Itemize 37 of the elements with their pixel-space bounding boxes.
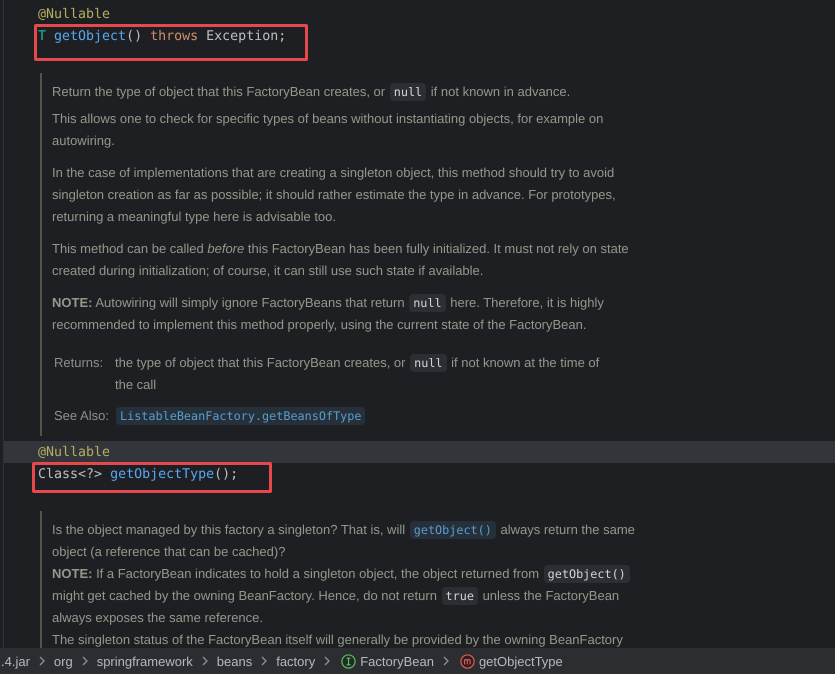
code-link[interactable]: ListableBeanFactory.getBeansOfType bbox=[116, 407, 366, 425]
doc-paragraph: This method can be called before this FactoryBean has been fully initialized. It must not rely on state created during initialization; of course, it can still use such state if available. bbox=[52, 240, 630, 280]
method-icon bbox=[460, 654, 475, 668]
inline-code: getObject() bbox=[544, 565, 630, 583]
chevron-right-icon bbox=[442, 656, 449, 666]
inline-code: null bbox=[409, 294, 446, 312]
breadcrumb-item[interactable]: getObjectType bbox=[460, 654, 563, 668]
breadcrumb-item[interactable]: springframework bbox=[96, 654, 193, 668]
doc-paragraph: In the case of implementations that are creating a singleton object, this method should try to avoid singleton creation as far as possible; it should rather estimate the type in advance. For prototypes, returning a meaningful type here is advisable too. bbox=[52, 164, 617, 226]
breadcrumb-item[interactable]: FactoryBean bbox=[341, 654, 434, 668]
doc-paragraph: NOTE: Autowiring will simply ignore FactoryBeans that return null here. Therefore, it is highly recommended to implement this method properly, using the current state of the FactoryBean. bbox=[52, 293, 605, 334]
chevron-right-icon bbox=[82, 656, 88, 666]
annotation: @Nullable bbox=[38, 444, 110, 462]
interface-icon bbox=[341, 654, 356, 668]
breadcrumb-item[interactable]: beans bbox=[216, 654, 252, 668]
method-signature: T getObject() throws Exception; bbox=[38, 29, 286, 44]
chevron-right-icon bbox=[324, 656, 330, 666]
inline-code: null bbox=[390, 83, 426, 101]
doc-paragraph: Is the object managed by this factory a singleton? That is, will getObject() always return the same object (a reference that can be cached)? bbox=[52, 520, 636, 561]
doc-paragraph: NOTE: If a FactoryBean indicates to hold a singleton object, the object returned from getObject() might get cached by the owning BeanFactory. Hence, do not return true unless the FactoryBean always exposes the same reference. bbox=[52, 563, 835, 629]
chevron-right-icon bbox=[261, 656, 268, 666]
tag-label: See Also: bbox=[54, 407, 110, 425]
tag-label: Returns: bbox=[54, 354, 104, 372]
code-link[interactable]: getObject() bbox=[410, 521, 496, 539]
annotation: @Nullable bbox=[38, 6, 110, 24]
doc-paragraph: The singleton status of the FactoryBean itself will generally be provided by the owning BeanFactory bbox=[52, 631, 624, 648]
method-signature: Class<?> getObjectType(); bbox=[38, 467, 238, 482]
chevron-right-icon bbox=[38, 656, 45, 666]
doc-paragraph: This allows one to check for specific types of beans without instantiating objects, for example on autowiring. bbox=[52, 110, 604, 150]
tag-text: the type of object that this FactoryBean creates, or null if not known at the time of the call bbox=[115, 353, 600, 394]
breadcrumb-item[interactable]: org bbox=[54, 654, 73, 668]
chevron-right-icon bbox=[202, 656, 208, 666]
inline-code: true bbox=[442, 587, 478, 605]
breadcrumb-item[interactable]: .4.jar bbox=[1, 654, 30, 668]
inline-code: null bbox=[410, 354, 447, 372]
breadcrumb-item[interactable]: factory bbox=[276, 654, 316, 668]
doc-paragraph: Return the type of object that this FactoryBean creates, or null if not known in advance. bbox=[52, 82, 572, 103]
